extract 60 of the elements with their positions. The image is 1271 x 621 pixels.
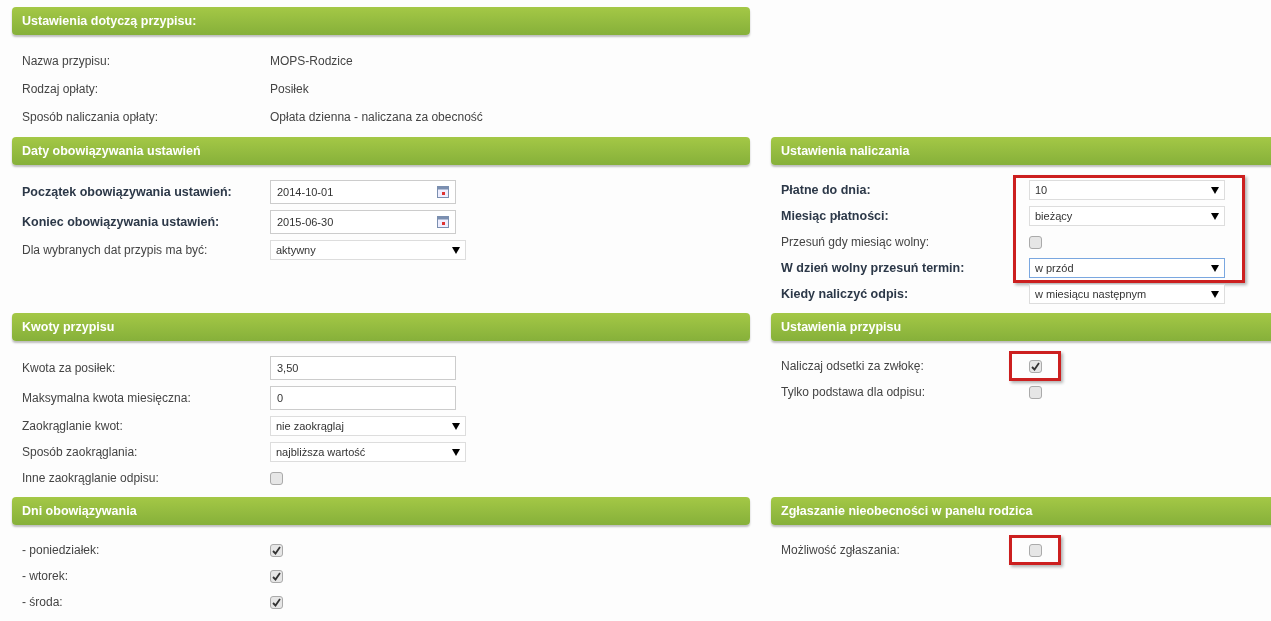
checkbox[interactable] [1029,543,1042,557]
select-field[interactable]: najbliższa wartość [270,442,466,462]
section-header: Daty obowiązywania ustawień [12,137,750,165]
field-value: Opłata dzienna - naliczana za obecność [270,109,483,126]
checkbox[interactable] [270,569,283,583]
checkbox[interactable] [1029,359,1042,373]
caret-icon [452,448,460,456]
caret-icon [1211,290,1219,298]
field-label: Naliczaj odsetki za zwłokę: [780,358,925,375]
select-field[interactable]: w miesiącu następnym [1029,284,1225,304]
field-label: Zaokrąglanie kwot: [21,418,124,435]
field-label: Sposób zaokrąglania: [21,444,139,461]
field-label: Tylko podstawa dla odpisu: [780,384,927,401]
field-label: Kiedy naliczyć odpis: [780,285,910,303]
calendar-icon[interactable] [437,186,449,198]
select-field[interactable]: bieżący [1029,206,1225,226]
select-field[interactable]: 10 [1029,180,1225,200]
field-label: Maksymalna kwota miesięczna: [21,390,192,407]
input-field[interactable]: 0 [270,386,456,410]
field-label: Nazwa przypisu: [21,53,112,70]
section-header: Ustawienia naliczania [771,137,1271,165]
field-label: Inne zaokrąglanie odpisu: [21,470,160,487]
field-label: - poniedziałek: [21,542,101,559]
checkbox[interactable] [1029,235,1042,249]
field-value: Posiłek [270,81,309,98]
field-label: - środa: [21,594,64,611]
section-header: Zgłaszanie nieobecności w panelu rodzica [771,497,1271,525]
field-label: Możliwość zgłaszania: [780,542,901,559]
field-label: Rodzaj opłaty: [21,81,100,98]
field-label: Miesiąc płatności: [780,207,890,225]
field-label: Początek obowiązywania ustawień: [21,183,233,201]
field-label: Płatne do dnia: [780,181,872,199]
section-header: Kwoty przypisu [12,313,750,341]
field-label: Dla wybranych dat przypis ma być: [21,242,209,259]
caret-icon [1211,264,1219,272]
field-value: MOPS-Rodzice [270,53,353,70]
date-field[interactable]: 2015-06-30 [270,210,456,234]
checkbox[interactable] [270,595,283,609]
checkbox[interactable] [270,471,283,485]
select-field[interactable]: w przód [1029,258,1225,278]
caret-icon [452,246,460,254]
caret-icon [1211,212,1219,220]
section-header: Ustawienia przypisu [771,313,1271,341]
calendar-icon[interactable] [437,216,449,228]
select-field[interactable]: nie zaokrąglaj [270,416,466,436]
date-field[interactable]: 2014-10-01 [270,180,456,204]
checkbox[interactable] [1029,385,1042,399]
input-field[interactable]: 3,50 [270,356,456,380]
select-field[interactable]: aktywny [270,240,466,260]
checkbox[interactable] [270,543,283,557]
field-label: Sposób naliczania opłaty: [21,109,160,126]
section-header: Dni obowiązywania [12,497,750,525]
field-label: Koniec obowiązywania ustawień: [21,213,221,231]
caret-icon [452,422,460,430]
field-label: - wtorek: [21,568,69,585]
caret-icon [1211,186,1219,194]
field-label: Kwota za posiłek: [21,360,117,377]
field-label: W dzień wolny przesuń termin: [780,259,966,277]
section-header: Ustawienia dotyczą przypisu: [12,7,750,35]
field-label: Przesuń gdy miesiąc wolny: [780,234,931,251]
